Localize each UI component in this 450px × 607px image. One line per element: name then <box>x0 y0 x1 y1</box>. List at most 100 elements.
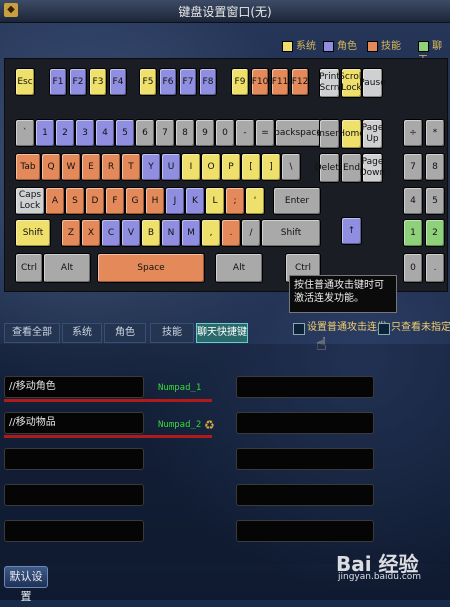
key[interactable]: 5 <box>425 187 445 215</box>
key[interactable]: ; <box>225 187 245 215</box>
key[interactable]: 7 <box>155 119 175 147</box>
key[interactable]: F5 <box>139 68 157 96</box>
key[interactable]: , <box>201 219 221 247</box>
key[interactable]: 8 <box>175 119 195 147</box>
key[interactable]: N <box>161 219 181 247</box>
binding-name-field[interactable] <box>4 520 144 542</box>
binding-key[interactable]: Numpad_2 <box>158 419 201 431</box>
key[interactable]: Pause <box>359 68 386 98</box>
key[interactable]: F11 <box>271 68 289 96</box>
key[interactable]: J <box>165 187 185 215</box>
key[interactable]: A <box>45 187 65 215</box>
binding-name-field[interactable] <box>236 448 374 470</box>
show-unassigned-checkbox[interactable] <box>378 323 390 335</box>
key[interactable]: 4 <box>403 187 423 215</box>
key[interactable]: 8 <box>425 153 445 181</box>
key[interactable]: ' <box>245 187 265 215</box>
key[interactable]: L <box>205 187 225 215</box>
key[interactable]: F8 <box>199 68 217 96</box>
key[interactable]: 2 <box>55 119 75 147</box>
key[interactable]: Y <box>141 153 161 181</box>
key[interactable]: K <box>185 187 205 215</box>
key[interactable]: 4 <box>95 119 115 147</box>
key[interactable]: Print Scrn <box>319 68 340 98</box>
key[interactable]: 2 <box>425 219 445 247</box>
key[interactable]: V <box>121 219 141 247</box>
auto-attack-checkbox[interactable] <box>293 323 305 335</box>
key[interactable]: Page Down <box>360 153 385 183</box>
key[interactable]: O <box>201 153 221 181</box>
key[interactable]: Insert <box>317 119 342 149</box>
key[interactable]: Ctrl <box>15 253 43 283</box>
tab-character[interactable]: 角色 <box>104 323 146 343</box>
key[interactable]: F3 <box>89 68 107 96</box>
key[interactable]: * <box>425 119 445 147</box>
key[interactable]: T <box>121 153 141 181</box>
key[interactable]: 3 <box>75 119 95 147</box>
tab-chat-hotkeys[interactable]: 聊天快捷键 <box>196 323 248 343</box>
binding-name-field[interactable] <box>4 484 144 506</box>
key[interactable]: F12 <box>291 68 309 96</box>
binding-name-field[interactable]: //移动物品 <box>4 412 144 434</box>
key[interactable]: [ <box>241 153 261 181</box>
key[interactable]: F4 <box>109 68 127 96</box>
key[interactable]: Q <box>41 153 61 181</box>
key[interactable]: ` <box>15 119 35 147</box>
key[interactable]: Caps Lock <box>15 187 45 215</box>
key[interactable]: 5 <box>115 119 135 147</box>
key[interactable]: 6 <box>135 119 155 147</box>
key[interactable]: Space <box>97 253 205 283</box>
binding-name-field[interactable]: //移动角色 <box>4 376 144 398</box>
key[interactable]: M <box>181 219 201 247</box>
key[interactable]: 0 <box>403 253 423 283</box>
key[interactable]: I <box>181 153 201 181</box>
key[interactable]: X <box>81 219 101 247</box>
key[interactable]: Z <box>61 219 81 247</box>
binding-name-field[interactable] <box>4 448 144 470</box>
key[interactable]: . <box>425 253 445 283</box>
key[interactable]: W <box>61 153 81 181</box>
key[interactable]: B <box>141 219 161 247</box>
key[interactable]: R <box>101 153 121 181</box>
key[interactable]: F7 <box>179 68 197 96</box>
key[interactable]: C <box>101 219 121 247</box>
key[interactable]: 0 <box>215 119 235 147</box>
key[interactable]: F1 <box>49 68 67 96</box>
key[interactable]: Tab <box>15 153 41 181</box>
key[interactable]: Alt <box>43 253 91 283</box>
tab-skill[interactable]: 技能 <box>150 323 194 343</box>
key[interactable]: / <box>241 219 261 247</box>
binding-name-field[interactable] <box>236 484 374 506</box>
key[interactable]: F6 <box>159 68 177 96</box>
key[interactable]: Enter <box>273 187 321 215</box>
key[interactable]: . <box>221 219 241 247</box>
tab-all[interactable]: 查看全部 <box>4 323 60 343</box>
key[interactable]: 1 <box>35 119 55 147</box>
key[interactable]: H <box>145 187 165 215</box>
key[interactable]: 1 <box>403 219 423 247</box>
key[interactable]: F2 <box>69 68 87 96</box>
key[interactable]: Alt <box>215 253 263 283</box>
key[interactable]: P <box>221 153 241 181</box>
key[interactable]: ↑ <box>341 217 362 245</box>
binding-name-field[interactable] <box>236 412 374 434</box>
key[interactable]: ] <box>261 153 281 181</box>
key[interactable]: Delete <box>315 153 344 183</box>
tab-system[interactable]: 系统 <box>62 323 102 343</box>
key[interactable]: F9 <box>231 68 249 96</box>
binding-name-field[interactable] <box>236 520 374 542</box>
key[interactable]: F <box>105 187 125 215</box>
key[interactable]: \ <box>281 153 301 181</box>
key[interactable]: Esc <box>15 68 35 96</box>
key[interactable]: E <box>81 153 101 181</box>
binding-name-field[interactable] <box>236 376 374 398</box>
key[interactable]: Page Up <box>362 119 383 149</box>
binding-key[interactable]: Numpad_1 <box>158 382 201 394</box>
key[interactable]: 9 <box>195 119 215 147</box>
key[interactable]: - <box>235 119 255 147</box>
key[interactable]: Home <box>338 119 365 149</box>
default-settings-button[interactable]: 默认设置 <box>4 566 48 603</box>
key[interactable]: 7 <box>403 153 423 181</box>
key[interactable]: S <box>65 187 85 215</box>
key[interactable]: ÷ <box>403 119 423 147</box>
